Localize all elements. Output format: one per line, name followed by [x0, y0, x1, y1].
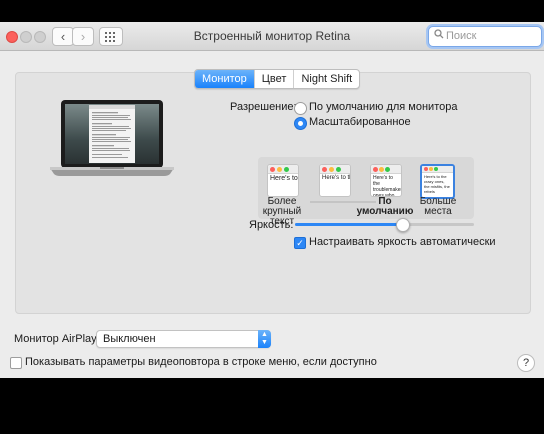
- search-placeholder: Поиск: [446, 30, 477, 42]
- auto-brightness-label[interactable]: Настраивать яркость автоматически: [309, 236, 496, 248]
- scaled-option-more-space[interactable]: Here's to the crazy ones, the misfits, t…: [420, 164, 455, 199]
- resolution-scaled-radio[interactable]: [294, 117, 307, 130]
- brightness-label: Яркость:: [249, 219, 294, 231]
- mirroring-checkbox[interactable]: [10, 357, 22, 369]
- scaled-option-preview: Here's to the troublemakers ones who see…: [373, 175, 402, 197]
- auto-brightness-checkbox[interactable]: ✓: [294, 237, 306, 249]
- airplay-label: Монитор AirPlay:: [14, 333, 100, 345]
- resolution-default-label[interactable]: По умолчанию для монитора: [309, 101, 457, 113]
- tab-display[interactable]: Монитор: [195, 70, 255, 88]
- system-preferences-window: ‹ › Встроенный монитор Retina Поиск Мони…: [0, 22, 544, 378]
- tab-color[interactable]: Цвет: [255, 70, 295, 88]
- title-bar: ‹ › Встроенный монитор Retina Поиск: [0, 22, 544, 51]
- brightness-slider-track[interactable]: [295, 223, 474, 226]
- search-icon: [434, 29, 444, 42]
- airplay-select-value: Выключен: [103, 333, 156, 345]
- resolution-scaled-label[interactable]: Масштабированное: [309, 116, 411, 128]
- scaled-option-larger-text[interactable]: Here's to the crazy ones, the troublemak…: [267, 164, 299, 197]
- scaled-option-preview: Here's to the troublemakers, ones who se…: [322, 175, 350, 181]
- resolution-default-radio[interactable]: [294, 102, 307, 115]
- scaled-option-preview: Here's to the crazy ones, the misfits, t…: [424, 174, 450, 194]
- tab-night-shift[interactable]: Night Shift: [294, 70, 359, 88]
- tab-bar: Монитор Цвет Night Shift: [194, 69, 361, 89]
- airplay-select[interactable]: Выключен ▲ ▼: [96, 330, 271, 348]
- resolution-label: Разрешение:: [230, 101, 297, 113]
- checkmark-icon: ✓: [296, 238, 304, 248]
- help-button[interactable]: ?: [517, 354, 535, 372]
- updown-arrows-icon: ▲ ▼: [258, 330, 271, 348]
- scaled-option-label-more-space: Больше места: [419, 196, 457, 217]
- scaled-option-default[interactable]: Here's to the troublemakers ones who see…: [370, 164, 402, 197]
- scaled-option-2[interactable]: Here's to the troublemakers, ones who se…: [319, 164, 351, 197]
- mirroring-label[interactable]: Показывать параметры видеоповтора в стро…: [25, 356, 377, 368]
- brightness-slider-fill: [295, 223, 403, 226]
- scaled-option-preview: Here's to the crazy ones, the troublemak…: [270, 175, 298, 182]
- search-field[interactable]: Поиск: [428, 26, 542, 47]
- scaled-option-label-default: По умолчанию: [356, 196, 414, 217]
- macbook-illustration: [50, 100, 174, 176]
